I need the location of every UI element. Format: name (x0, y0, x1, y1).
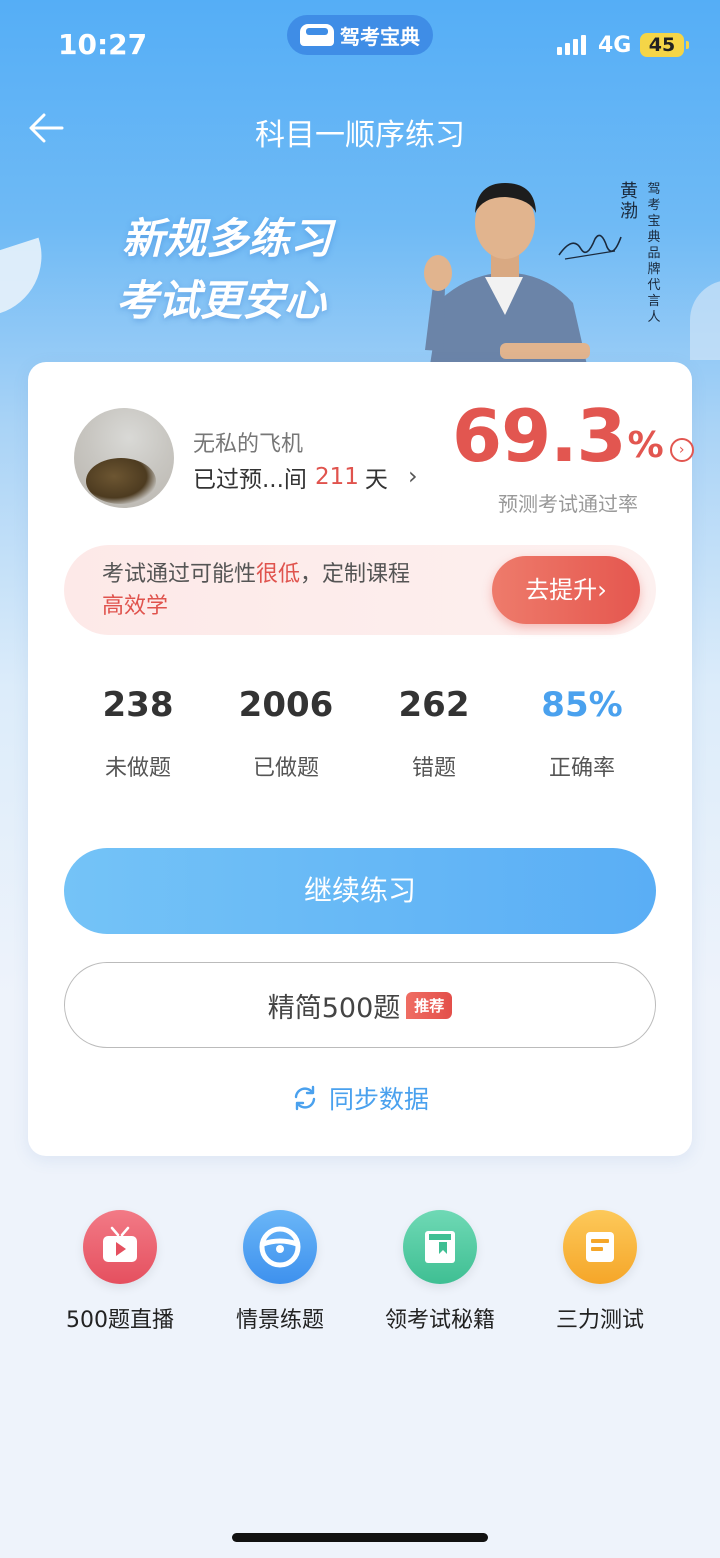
stat-value: 238 (102, 685, 174, 725)
stat-value: 2006 (238, 685, 334, 725)
chevron-right-icon: › (597, 576, 607, 604)
sync-data-button[interactable]: 同步数据 (28, 1080, 692, 1116)
slogan-line-2: 考试更安心 (116, 276, 327, 325)
stat-accuracy[interactable]: 85% 正确率 (508, 682, 656, 782)
shortcut-label: 领考试秘籍 (384, 1308, 495, 1333)
stat-value: 262 (398, 685, 470, 725)
stat-label: 未做题 (104, 756, 171, 781)
shortcut-three-ability-test[interactable]: 三力测试 (520, 1210, 680, 1334)
promo-banner[interactable]: 考试通过可能性很低，定制课程 高效学 去提升› (64, 545, 656, 635)
streamlined-500-button[interactable]: 精简500题 推荐 (64, 962, 656, 1048)
countdown-prefix: 已过预...间 (193, 467, 307, 493)
avatar[interactable] (74, 408, 174, 508)
network-type: 4G (598, 33, 632, 58)
sync-icon (294, 1085, 316, 1111)
spokesperson-role: 驾考宝典品牌代言人 (647, 182, 661, 325)
document-icon (563, 1210, 637, 1284)
shortcut-exam-secrets[interactable]: 领考试秘籍 (360, 1210, 520, 1334)
spokesperson-image (424, 183, 590, 365)
stat-value: 85% (541, 685, 623, 725)
chevron-circle-icon[interactable]: › (669, 438, 694, 462)
practice-card: 无私的飞机 已过预...间 211 天 › 69.3 % › 预测考试通过率 考… (28, 362, 694, 1156)
countdown-unit: 天 (364, 467, 388, 493)
pass-rate-label: 预测考试通过率 (498, 492, 638, 516)
battery-icon: 45 (640, 33, 689, 57)
recommend-badge: 推荐 (406, 991, 453, 1019)
improve-button-label: 去提升 (525, 576, 598, 604)
spokesperson-name: 黄渤 (620, 181, 638, 222)
shortcut-label: 情景练题 (235, 1308, 324, 1333)
promo-text-after: ，定制课程 (300, 562, 411, 587)
stat-label: 正确率 (548, 756, 615, 781)
continue-practice-button[interactable]: 继续练习 (64, 848, 656, 934)
book-icon (403, 1210, 477, 1284)
stat-answered[interactable]: 2006 已做题 (212, 682, 360, 782)
tv-play-icon (83, 1210, 157, 1284)
streamlined-500-label: 精简500题 (267, 992, 401, 1024)
countdown-days: 211 (314, 464, 359, 490)
stats-row: 238 未做题 2006 已做题 262 错题 85% 正确率 (64, 682, 656, 782)
stat-label: 错题 (411, 756, 456, 781)
slogan-line-1: 新规多练习 (122, 214, 333, 263)
steering-wheel-icon (243, 1210, 317, 1284)
shortcut-grid: 500题直播 情景练题 领考试秘籍 三力测试 (40, 1210, 680, 1334)
promo-text-line2: 高效学 (102, 594, 169, 619)
home-indicator[interactable] (232, 1533, 488, 1542)
signal-icon (557, 35, 586, 55)
pass-rate[interactable]: 69.3 % › (452, 396, 694, 476)
improve-button[interactable]: 去提升› (492, 556, 640, 624)
sync-label: 同步数据 (328, 1085, 429, 1114)
username: 无私的飞机 (193, 432, 304, 457)
status-time: 10:27 (58, 28, 148, 61)
app-pill-label: 驾考宝典 (340, 24, 420, 49)
signature-image (558, 234, 622, 260)
app-pill[interactable]: 驾考宝典 (287, 15, 433, 55)
car-icon (300, 24, 334, 46)
pass-rate-value: 69.3 (452, 394, 627, 478)
stat-label: 已做题 (252, 756, 319, 781)
chevron-right-icon[interactable]: › (408, 462, 418, 490)
page-title: 科目一顺序练习 (255, 118, 465, 153)
exam-countdown[interactable]: 已过预...间 211 天 (193, 460, 388, 494)
shortcut-scenario-practice[interactable]: 情景练题 (200, 1210, 360, 1334)
banner-slogan: 新规多练习 考试更安心 (116, 208, 333, 332)
promo-text-highlight: 很低 (256, 562, 301, 587)
shortcut-label: 三力测试 (555, 1308, 644, 1333)
shortcut-500-live[interactable]: 500题直播 (40, 1210, 200, 1334)
shortcut-label: 500题直播 (66, 1308, 174, 1333)
stat-unanswered[interactable]: 238 未做题 (64, 682, 212, 782)
promo-text: 考试通过可能性很低，定制课程 高效学 (102, 559, 462, 623)
stat-wrong[interactable]: 262 错题 (360, 682, 508, 782)
pass-rate-unit: % (627, 425, 664, 466)
promo-text-before: 考试通过可能性 (102, 562, 257, 587)
